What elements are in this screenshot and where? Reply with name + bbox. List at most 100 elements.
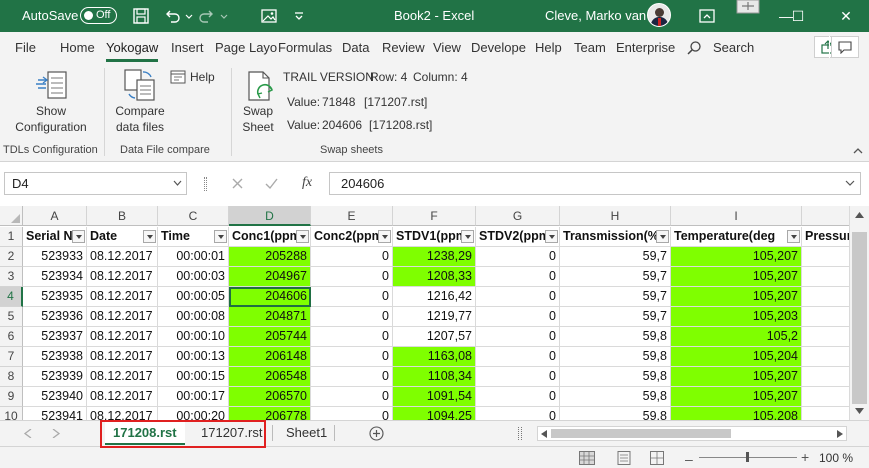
tab-page-layout[interactable]: Page Layo	[215, 40, 277, 55]
table-cell[interactable]: 08.12.2017	[87, 287, 158, 307]
header-cell[interactable]: Conc1(ppm	[229, 227, 311, 247]
table-cell[interactable]: 206778	[229, 407, 311, 420]
image-icon[interactable]	[259, 6, 279, 26]
table-cell[interactable]: 00:00:08	[158, 307, 229, 327]
row-header-8[interactable]: 8	[0, 367, 23, 387]
tab-file[interactable]: File	[15, 40, 36, 55]
maximize-button[interactable]: ☐	[775, 0, 821, 32]
table-cell[interactable]: 0	[476, 287, 560, 307]
table-cell[interactable]: 523935	[23, 287, 87, 307]
column-header-h[interactable]: H	[560, 206, 671, 226]
show-config-label-2[interactable]: Configuration	[8, 120, 94, 134]
scroll-left-icon[interactable]	[541, 430, 547, 438]
table-cell[interactable]: 00:00:15	[158, 367, 229, 387]
table-cell[interactable]	[802, 327, 850, 347]
undo-icon[interactable]	[162, 6, 182, 26]
table-cell[interactable]	[802, 267, 850, 287]
table-cell[interactable]: 0	[311, 387, 393, 407]
table-cell[interactable]: 59,7	[560, 307, 671, 327]
column-header-e[interactable]: E	[311, 206, 393, 226]
search-label[interactable]: Search	[713, 40, 754, 55]
table-cell[interactable]: 00:00:01	[158, 247, 229, 267]
table-cell[interactable]: 59,8	[560, 347, 671, 367]
table-cell[interactable]: 0	[476, 407, 560, 420]
vertical-scrollbar[interactable]	[849, 206, 869, 420]
table-cell[interactable]: 59,8	[560, 407, 671, 420]
chevron-down-icon[interactable]	[173, 180, 182, 186]
table-cell[interactable]: 1238,29	[393, 247, 476, 267]
table-cell[interactable]	[802, 387, 850, 407]
scroll-down-icon[interactable]	[855, 408, 864, 414]
compare-label-2[interactable]: data files	[109, 120, 171, 134]
header-cell[interactable]: Temperature(deg	[671, 227, 802, 247]
table-cell[interactable]: 105,2	[671, 327, 802, 347]
table-cell[interactable]: 0	[311, 287, 393, 307]
table-cell[interactable]: 00:00:03	[158, 267, 229, 287]
row-header-3[interactable]: 3	[0, 267, 23, 287]
table-cell[interactable]: 59,7	[560, 247, 671, 267]
table-cell[interactable]: 105,203	[671, 307, 802, 327]
table-cell[interactable]: 08.12.2017	[87, 327, 158, 347]
table-cell[interactable]	[802, 407, 850, 420]
column-header-f[interactable]: F	[393, 206, 476, 226]
tab-yokogawa[interactable]: Yokogaw	[106, 40, 159, 62]
table-cell[interactable]: 0	[311, 347, 393, 367]
page-layout-view-icon[interactable]	[617, 451, 631, 465]
table-cell[interactable]: 523933	[23, 247, 87, 267]
ribbon-display-icon[interactable]	[697, 6, 717, 26]
collapse-ribbon-icon[interactable]	[852, 146, 864, 156]
table-cell[interactable]: 523934	[23, 267, 87, 287]
table-cell[interactable]: 1094,25	[393, 407, 476, 420]
tab-developer[interactable]: Develope	[471, 40, 526, 55]
redo-dropdown-icon[interactable]	[219, 6, 229, 26]
table-cell[interactable]: 105,207	[671, 367, 802, 387]
table-cell[interactable]: 204606	[229, 287, 311, 307]
swap-label-1[interactable]: Swap	[238, 104, 278, 118]
table-cell[interactable]: 59,7	[560, 287, 671, 307]
avatar[interactable]	[647, 3, 671, 27]
row-header-10[interactable]: 10	[0, 407, 23, 420]
table-cell[interactable]: 205288	[229, 247, 311, 267]
zoom-slider-thumb[interactable]	[746, 452, 749, 462]
table-cell[interactable]: 08.12.2017	[87, 267, 158, 287]
h-scroll-thumb[interactable]	[551, 429, 731, 438]
sheet-tab-sheet1[interactable]: Sheet1	[282, 421, 331, 445]
row-header-7[interactable]: 7	[0, 347, 23, 367]
filter-dropdown-icon[interactable]	[72, 230, 85, 243]
filter-dropdown-icon[interactable]	[378, 230, 391, 243]
table-cell[interactable]: 105,207	[671, 387, 802, 407]
next-sheet-icon[interactable]	[52, 429, 60, 438]
table-cell[interactable]: 523940	[23, 387, 87, 407]
column-header-b[interactable]: B	[87, 206, 158, 226]
column-header-a[interactable]: A	[23, 206, 87, 226]
filter-dropdown-icon[interactable]	[545, 230, 558, 243]
table-cell[interactable]: 206570	[229, 387, 311, 407]
row-header-9[interactable]: 9	[0, 387, 23, 407]
row-header-1[interactable]: 1	[0, 227, 23, 247]
zoom-out-button[interactable]: –	[685, 451, 693, 467]
table-cell[interactable]: 1207,57	[393, 327, 476, 347]
table-cell[interactable]: 0	[476, 307, 560, 327]
insert-function-button[interactable]: fx	[302, 175, 312, 191]
row-header-4[interactable]: 4	[0, 287, 23, 307]
table-cell[interactable]: 523938	[23, 347, 87, 367]
horizontal-scrollbar[interactable]	[537, 426, 847, 441]
column-header-d[interactable]: D	[229, 206, 311, 226]
undo-dropdown-icon[interactable]	[184, 6, 194, 26]
header-cell[interactable]: Time	[158, 227, 229, 247]
column-header-partial[interactable]	[802, 206, 850, 226]
autosave-toggle[interactable]: Off	[80, 7, 117, 24]
table-cell[interactable]: 08.12.2017	[87, 307, 158, 327]
table-cell[interactable]: 00:00:20	[158, 407, 229, 420]
filter-dropdown-icon[interactable]	[143, 230, 156, 243]
zoom-slider[interactable]	[699, 452, 797, 462]
header-cell[interactable]: Transmission(%	[560, 227, 671, 247]
header-cell[interactable]: Conc2(ppm	[311, 227, 393, 247]
tab-data[interactable]: Data	[342, 40, 369, 55]
table-cell[interactable]: 523939	[23, 367, 87, 387]
table-cell[interactable]: 105,208	[671, 407, 802, 420]
table-cell[interactable]	[802, 247, 850, 267]
show-configuration-icon[interactable]	[34, 70, 68, 102]
pin-icon[interactable]	[736, 0, 760, 14]
add-sheet-icon[interactable]	[369, 426, 384, 441]
